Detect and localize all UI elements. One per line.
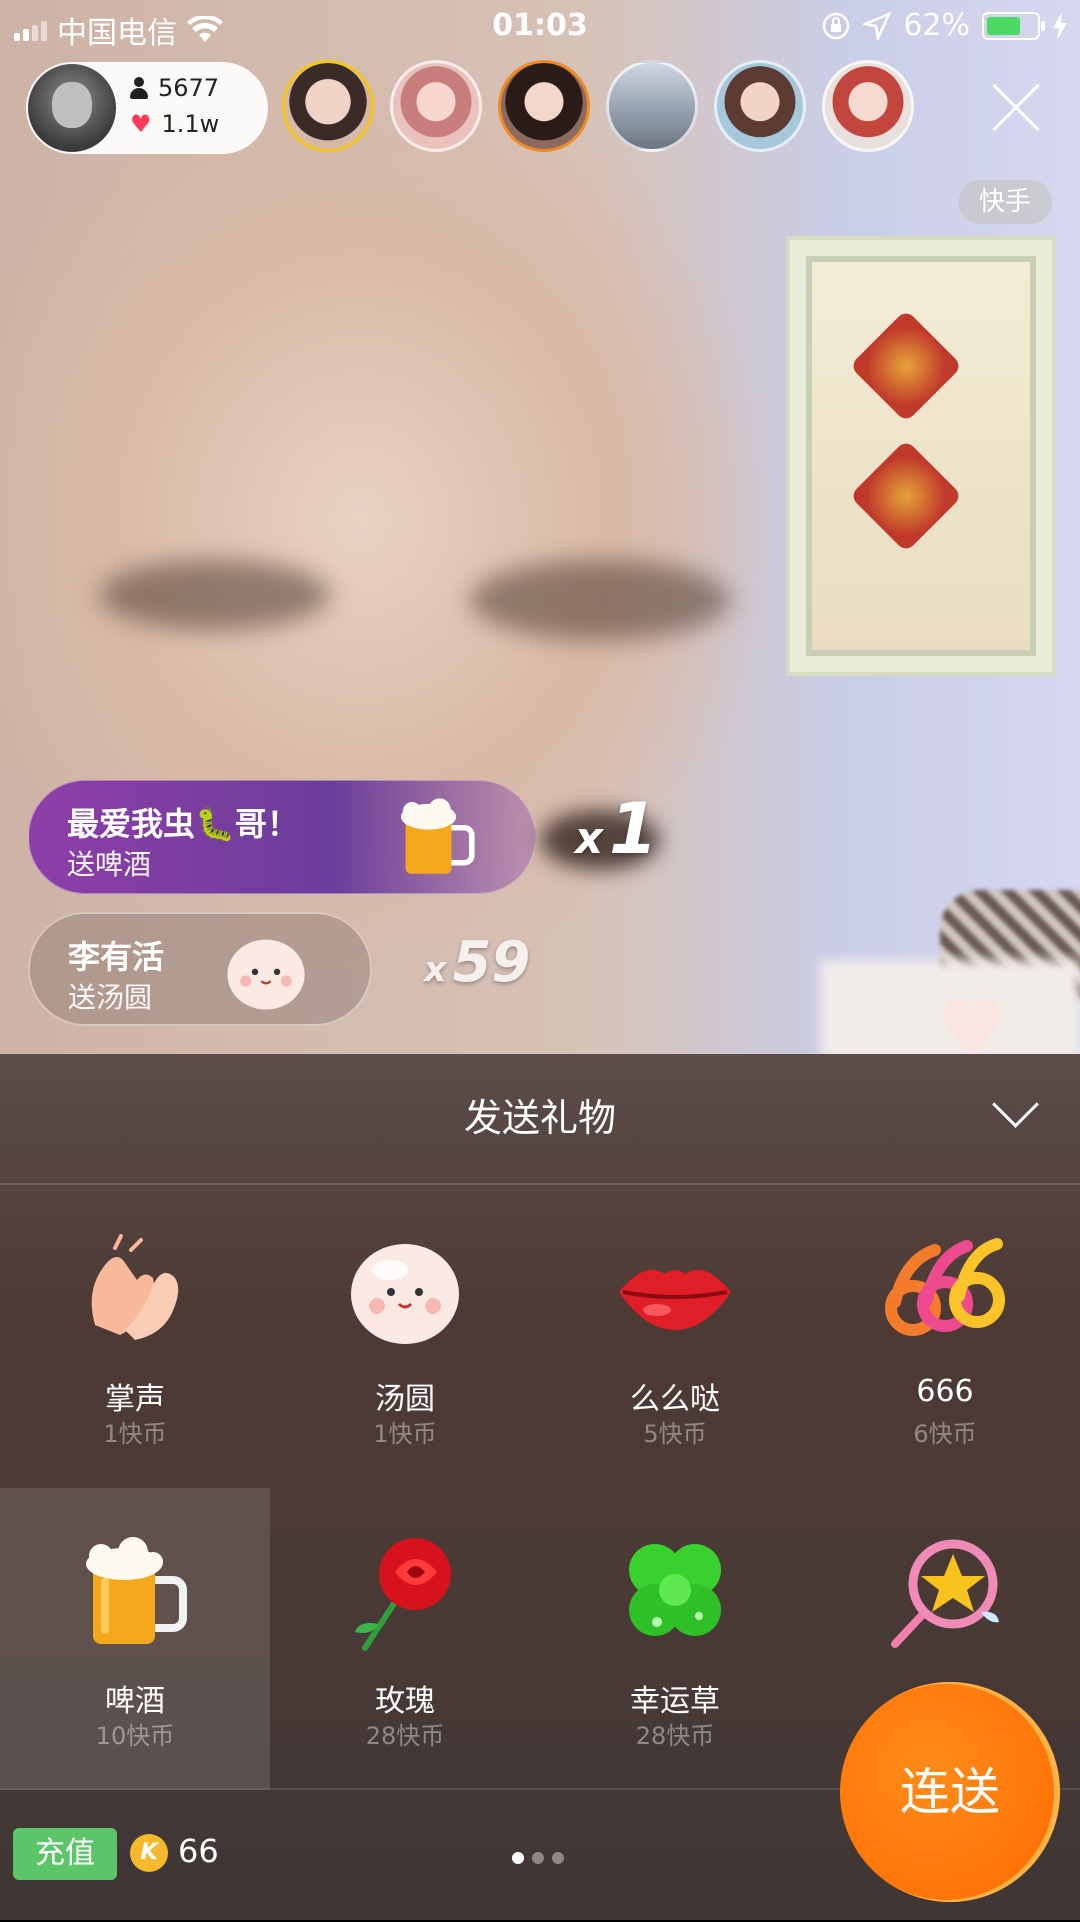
tangyuan-icon: [227, 939, 305, 1010]
rose-icon: [355, 1538, 451, 1651]
heart-icon: ♥: [130, 110, 152, 138]
gift-item[interactable]: 幸运草 28快币: [540, 1488, 810, 1790]
gift-price: 1快币: [103, 1420, 167, 1448]
close-button[interactable]: [990, 82, 1042, 134]
audience-avatar[interactable]: [606, 60, 698, 152]
beer-icon: [86, 1537, 187, 1644]
wall-picture-frame: [790, 240, 1052, 672]
page-dot[interactable]: [552, 1852, 564, 1864]
floating-heart-icon: ♥: [936, 983, 1008, 1076]
gift-name: 666: [916, 1374, 974, 1409]
audience-avatar[interactable]: [498, 60, 590, 152]
sender-name: 李有活: [68, 938, 165, 976]
sender-name: 最爱我虫🐛哥！: [67, 805, 299, 843]
audience-avatar[interactable]: [714, 60, 806, 152]
chevron-down-icon[interactable]: [990, 1098, 1038, 1128]
audience-avatar[interactable]: [390, 60, 482, 152]
clover-icon: [629, 1544, 721, 1636]
left-eyebrow: [100, 560, 330, 630]
live-video[interactable]: [0, 0, 1080, 1054]
gift-name: 幸运草: [630, 1684, 720, 1719]
gift-item[interactable]: 玫瑰 28快币: [270, 1488, 540, 1790]
charging-icon: [1053, 11, 1067, 40]
person-icon: [130, 77, 148, 99]
gift-price: 6快币: [913, 1420, 977, 1448]
right-eyebrow: [470, 560, 730, 640]
audience-avatars: [282, 60, 914, 156]
gift-item[interactable]: 汤圆 1快币: [270, 1186, 540, 1488]
page-dot-active[interactable]: [512, 1852, 524, 1864]
combo-count: x 59: [424, 930, 531, 995]
gift-item[interactable]: 么么哒 5快币: [540, 1186, 810, 1488]
gift-action: 送啤酒: [67, 848, 152, 881]
gift-action: 送汤圆: [68, 981, 153, 1014]
gift-item-selected[interactable]: 啤酒 10快币: [0, 1488, 270, 1790]
beer-icon: [400, 798, 475, 874]
like-count: 1.1w: [161, 110, 220, 138]
gift-name: 么么哒: [630, 1382, 720, 1417]
panel-title: 发送礼物: [463, 1096, 616, 1140]
audience-avatar[interactable]: [282, 60, 374, 152]
lips-icon: [619, 1269, 731, 1330]
gift-name: 玫瑰: [375, 1684, 435, 1719]
gift-item[interactable]: 掌声 1快币: [0, 1186, 270, 1488]
location-arrow-icon: [863, 11, 892, 40]
gift-item[interactable]: 666 6快币: [810, 1186, 1080, 1488]
brand-badge: 快手: [958, 180, 1052, 224]
gift-price: 28快币: [365, 1722, 445, 1750]
battery-percent: 62%: [903, 8, 970, 43]
gift-price: 1快币: [373, 1420, 437, 1448]
gift-name: 汤圆: [375, 1382, 435, 1417]
gift-price: 28快币: [635, 1722, 715, 1750]
tangyuan-icon: [351, 1244, 459, 1344]
divider: [0, 1183, 1080, 1185]
magic-wand-icon: [891, 1539, 999, 1648]
audience-avatar[interactable]: [822, 60, 914, 152]
gift-notification: 最爱我虫🐛哥！ 送啤酒: [28, 780, 536, 894]
666-icon: [885, 1238, 1005, 1336]
coin-balance: 66: [178, 1832, 219, 1870]
combo-send-button[interactable]: 连送: [840, 1682, 1060, 1902]
gift-price: 10快币: [95, 1722, 175, 1750]
viewer-count: 5677: [158, 74, 220, 102]
recharge-button[interactable]: 充值: [13, 1828, 117, 1880]
combo-count: x1: [575, 788, 658, 870]
kuaibi-coin-icon: K: [130, 1834, 168, 1872]
host-info[interactable]: 5677 ♥ 1.1w: [26, 62, 268, 154]
clapping-hands-icon: [91, 1234, 179, 1340]
rotation-lock-icon: [823, 12, 850, 39]
status-bar: 中国电信 01:03 62%: [0, 0, 1080, 54]
gift-notification: 李有活 送汤圆: [28, 912, 372, 1026]
battery-icon: [982, 11, 1045, 40]
gift-name: 啤酒: [105, 1684, 165, 1719]
page-indicator[interactable]: [512, 1852, 564, 1864]
host-avatar[interactable]: [28, 64, 116, 152]
gift-name: 掌声: [105, 1382, 165, 1417]
page-dot[interactable]: [532, 1852, 544, 1864]
gift-price: 5快币: [643, 1420, 707, 1448]
